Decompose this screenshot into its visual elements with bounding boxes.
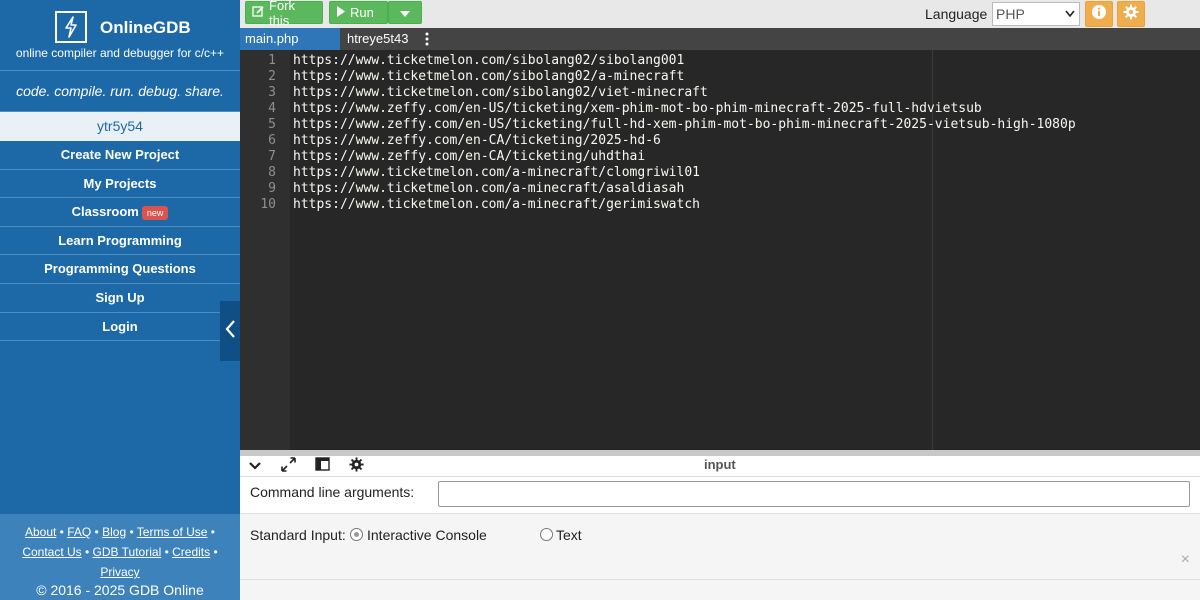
brand-subtitle: online compiler and debugger for c/c++ [15, 46, 225, 60]
footer-faq-link[interactable]: FAQ [67, 525, 91, 539]
line-number: 9 [268, 181, 276, 196]
standard-input-label: Standard Input: [250, 527, 346, 543]
nav-classroom-label: Classroom [71, 204, 139, 220]
code-line: https://www.zeffy.com/en-CA/ticketing/uh… [293, 149, 646, 164]
settings-button[interactable] [1117, 1, 1145, 27]
input-panel: Command line arguments: Standard Input: … [240, 477, 1200, 600]
info-button[interactable] [1085, 1, 1113, 27]
code-line: https://www.zeffy.com/en-CA/ticketing/20… [293, 133, 661, 148]
chevron-left-icon [224, 319, 236, 344]
panel-title: input [704, 457, 736, 472]
gear-icon [1123, 4, 1139, 25]
io-panel-toolbar: input [240, 456, 1200, 477]
new-badge: new [141, 205, 169, 220]
line-number: 5 [268, 117, 276, 132]
nav-my-projects[interactable]: My Projects [0, 170, 240, 199]
nav-learn-programming[interactable]: Learn Programming [0, 227, 240, 256]
fork-button-label: Fork this [269, 0, 295, 28]
nav-create-new-project[interactable]: Create New Project [0, 141, 240, 170]
footer-gdb-tutorial-link[interactable]: GDB Tutorial [93, 545, 162, 559]
tab-main-php[interactable]: main.php [240, 28, 340, 50]
footer-about-link[interactable]: About [25, 525, 56, 539]
tab-menu-icon[interactable] [424, 31, 430, 52]
sidebar-collapse-button[interactable] [220, 301, 240, 361]
tagline: code. compile. run. debug. share. [0, 71, 240, 112]
chevron-down-icon [248, 458, 262, 476]
expand-panel-button[interactable] [279, 456, 297, 477]
expand-icon [280, 456, 296, 477]
code-line: https://www.zeffy.com/en-US/ticketing/fu… [293, 117, 1076, 132]
info-icon [1091, 4, 1107, 25]
footer-terms-link[interactable]: Terms of Use [137, 525, 208, 539]
code-editor[interactable]: 1 2 3 4 5 6 7 8 9 10 https://www.ticketm… [240, 50, 1200, 450]
sidebar-footer: About • FAQ • Blog • Terms of Use • Cont… [0, 514, 240, 600]
line-number: 8 [268, 165, 276, 180]
footer-blog-link[interactable]: Blog [102, 525, 126, 539]
run-button[interactable]: Run [329, 1, 388, 24]
command-line-arguments-input[interactable] [438, 481, 1190, 507]
collapse-panel-button[interactable] [246, 458, 264, 475]
gear-icon [348, 456, 364, 477]
toolbar: Fork this Run Language PHP [240, 0, 1200, 28]
line-number: 10 [260, 197, 276, 212]
language-select-value: PHP [996, 6, 1025, 22]
username-link[interactable]: ytr5y54 [0, 112, 240, 141]
language-label: Language [925, 6, 988, 22]
layout-toggle-button[interactable] [313, 457, 331, 476]
footer-credits-link[interactable]: Credits [172, 545, 210, 559]
panel-settings-button[interactable] [347, 456, 365, 477]
interactive-console-label: Interactive Console [367, 527, 487, 543]
cla-label: Command line arguments: [250, 484, 415, 500]
caret-down-icon [400, 5, 410, 20]
line-number: 3 [268, 85, 276, 100]
line-number: 1 [268, 53, 276, 68]
file-tabs: main.php htreye5t43 [240, 28, 1200, 50]
footer-links: About • FAQ • Blog • Terms of Use • Cont… [22, 525, 218, 579]
line-gutter: 1 2 3 4 5 6 7 8 9 10 [240, 50, 290, 450]
code-line: https://www.ticketmelon.com/sibolang02/a… [293, 69, 685, 84]
nav-sign-up[interactable]: Sign Up [0, 284, 240, 313]
code-line: https://www.ticketmelon.com/a-minecraft/… [293, 181, 685, 196]
interactive-console-radio[interactable] [350, 528, 363, 541]
brand-name: OnlineGDB [100, 18, 191, 37]
code-line: https://www.ticketmelon.com/a-minecraft/… [293, 197, 700, 212]
sidebar: OnlineGDB online compiler and debugger f… [0, 0, 240, 600]
footer-contact-link[interactable]: Contact Us [22, 545, 81, 559]
run-button-label: Run [350, 5, 374, 20]
close-icon[interactable]: × [1181, 551, 1190, 569]
line-number: 7 [268, 149, 276, 164]
line-number: 2 [268, 69, 276, 84]
footer-privacy-link[interactable]: Privacy [100, 565, 139, 579]
code-line: https://www.ticketmelon.com/a-minecraft/… [293, 165, 700, 180]
play-icon [336, 5, 346, 20]
panel-bottom-strip [240, 579, 1200, 600]
text-radio[interactable] [540, 528, 553, 541]
logo-block[interactable]: OnlineGDB online compiler and debugger f… [0, 0, 240, 71]
line-number: 4 [268, 101, 276, 116]
edit-icon [252, 5, 265, 21]
code-line: https://www.zeffy.com/en-US/ticketing/xe… [293, 101, 982, 116]
cla-row: Command line arguments: [240, 477, 1200, 514]
code-line: https://www.ticketmelon.com/sibolang02/s… [293, 53, 685, 68]
lightning-logo-icon [55, 11, 87, 43]
run-options-dropdown[interactable] [388, 1, 422, 24]
language-select[interactable]: PHP [992, 2, 1080, 26]
copyright: © 2016 - 2025 GDB Online [36, 582, 204, 598]
layout-icon [314, 457, 330, 476]
text-radio-label: Text [556, 527, 582, 543]
tab-htreye5t43[interactable]: htreye5t43 [342, 28, 420, 50]
nav-login[interactable]: Login [0, 313, 240, 342]
code-line: https://www.ticketmelon.com/sibolang02/v… [293, 85, 708, 100]
nav-classroom[interactable]: Classroom new [0, 198, 240, 227]
fork-button[interactable]: Fork this [245, 0, 323, 28]
nav-programming-questions[interactable]: Programming Questions [0, 255, 240, 284]
line-number: 6 [268, 133, 276, 148]
